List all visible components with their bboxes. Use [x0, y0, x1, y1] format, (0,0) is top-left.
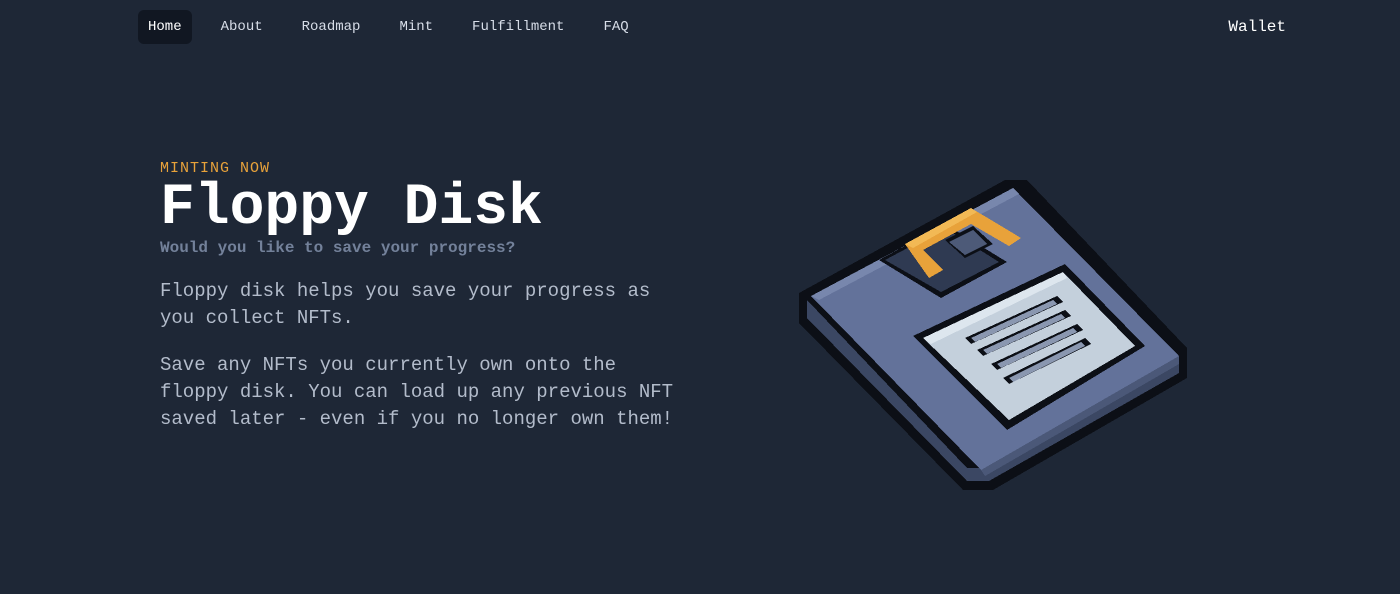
- nav-link-faq[interactable]: FAQ: [593, 10, 638, 44]
- hero-paragraph-2: Save any NFTs you currently own onto the…: [160, 354, 674, 430]
- hero-subtitle: Would you like to save your progress?: [160, 239, 516, 257]
- floppy-disk-icon: [795, 178, 1195, 493]
- nav-link-about[interactable]: About: [211, 10, 273, 44]
- nav-link-home[interactable]: Home: [138, 10, 192, 44]
- nav-link-fulfillment[interactable]: Fulfillment: [462, 10, 574, 44]
- nav-link-mint[interactable]: Mint: [389, 10, 443, 44]
- page-title: Floppy Disk: [160, 176, 543, 241]
- nav-links: Home About Roadmap Mint Fulfillment FAQ: [138, 10, 658, 44]
- page: Home About Roadmap Mint Fulfillment FAQ …: [0, 0, 1400, 594]
- minting-now-label: MINTING NOW: [160, 160, 271, 177]
- top-nav: Home About Roadmap Mint Fulfillment FAQ …: [138, 10, 1286, 44]
- nav-link-roadmap[interactable]: Roadmap: [292, 10, 371, 44]
- hero-paragraph-1: Floppy disk helps you save your progress…: [160, 280, 651, 329]
- hero-section: MINTING NOW Floppy Disk Would you like t…: [160, 160, 680, 433]
- wallet-button[interactable]: Wallet: [1228, 18, 1286, 36]
